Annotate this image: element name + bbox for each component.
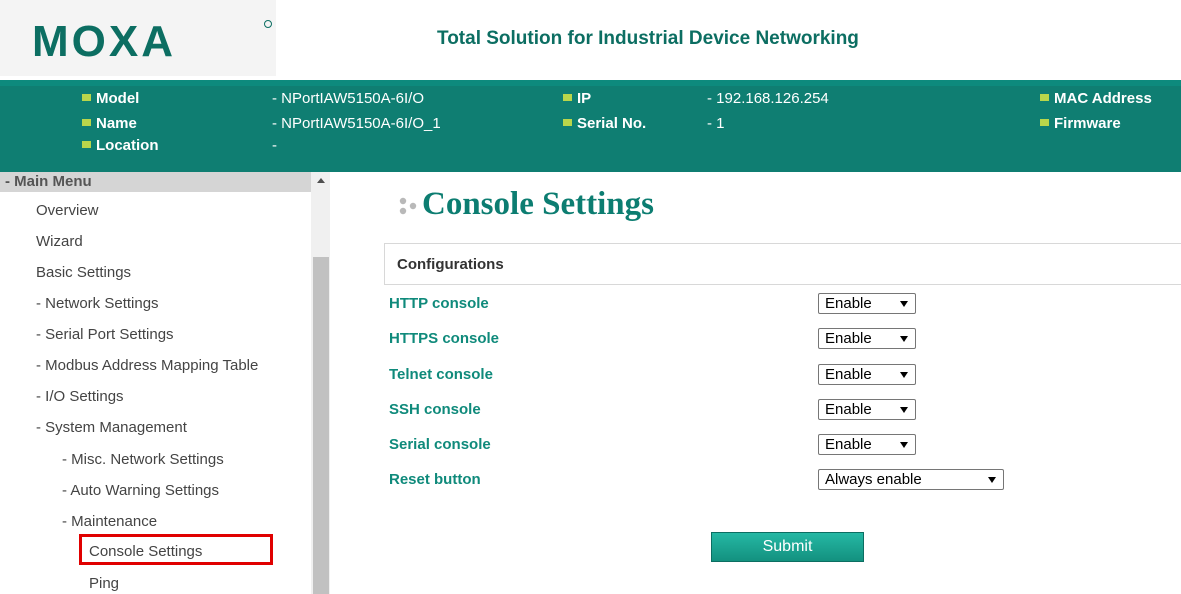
- main-menu-label: - Main Menu: [5, 173, 92, 190]
- logo-area: MOXA: [0, 0, 276, 76]
- serial-console-select[interactable]: Enable: [818, 434, 916, 455]
- sidebar-item-io-settings[interactable]: - I/O Settings: [36, 388, 124, 405]
- scroll-up-icon[interactable]: [311, 172, 330, 190]
- sidebar-item-overview[interactable]: Overview: [36, 202, 99, 219]
- serial-console-label: Serial console: [389, 436, 491, 453]
- reset-button-label: Reset button: [389, 471, 481, 488]
- sidebar-item-maintenance[interactable]: - Maintenance: [62, 513, 157, 530]
- tagline: Total Solution for Industrial Device Net…: [437, 28, 859, 49]
- mac-label: MAC Address: [1040, 90, 1152, 107]
- configurations-header: Configurations: [384, 243, 1181, 285]
- sidebar-item-network-settings[interactable]: - Network Settings: [36, 295, 159, 312]
- sidebar-item-serial-port-settings[interactable]: - Serial Port Settings: [36, 326, 174, 343]
- sidebar-menu: - Main Menu Overview Wizard Basic Settin…: [0, 172, 330, 594]
- submit-button[interactable]: Submit: [711, 532, 864, 562]
- http-console-select[interactable]: Enable: [818, 293, 916, 314]
- reset-button-select[interactable]: Always enable: [818, 469, 1004, 490]
- bullet-icon: [563, 94, 572, 101]
- device-info-bar: Model - NPortIAW5150A-6I/O Name - NPortI…: [0, 86, 1181, 172]
- model-value: - NPortIAW5150A-6I/O: [272, 90, 424, 107]
- https-console-value: Enable: [825, 330, 872, 347]
- dropdown-arrow-icon: [900, 407, 908, 413]
- https-console-select[interactable]: Enable: [818, 328, 916, 349]
- ssh-console-select[interactable]: Enable: [818, 399, 916, 420]
- dropdown-arrow-icon: [900, 442, 908, 448]
- dropdown-arrow-icon: [988, 477, 996, 483]
- sidebar-item-system-management[interactable]: - System Management: [36, 419, 187, 436]
- moxa-logo: MOXA: [32, 17, 272, 64]
- title-bullet-icon: [399, 197, 417, 215]
- telnet-console-label: Telnet console: [389, 366, 493, 383]
- location-value: -: [272, 137, 277, 154]
- page-title: Console Settings: [422, 186, 654, 222]
- ssh-console-value: Enable: [825, 401, 872, 418]
- sidebar-item-basic-settings[interactable]: Basic Settings: [36, 264, 131, 281]
- serial-label: Serial No.: [563, 115, 646, 132]
- location-label: Location: [82, 137, 159, 154]
- bullet-icon: [82, 119, 91, 126]
- serial-console-value: Enable: [825, 436, 872, 453]
- main-menu-heading[interactable]: - Main Menu: [0, 172, 311, 192]
- sidebar-item-auto-warning-settings[interactable]: - Auto Warning Settings: [62, 482, 219, 499]
- http-console-value: Enable: [825, 295, 872, 312]
- top-header: MOXA Total Solution for Industrial Devic…: [0, 0, 1181, 82]
- serial-value: - 1: [707, 115, 725, 132]
- dropdown-arrow-icon: [900, 301, 908, 307]
- http-console-label: HTTP console: [389, 295, 489, 312]
- bullet-icon: [1040, 119, 1049, 126]
- telnet-console-value: Enable: [825, 366, 872, 383]
- bullet-icon: [82, 94, 91, 101]
- sidebar-item-ping[interactable]: Ping: [89, 575, 119, 592]
- selected-item-highlight: [79, 534, 273, 565]
- sidebar-item-wizard[interactable]: Wizard: [36, 233, 83, 250]
- name-label: Name: [82, 115, 137, 132]
- https-console-label: HTTPS console: [389, 330, 500, 347]
- model-label: Model: [82, 90, 139, 107]
- scrollbar-thumb[interactable]: [313, 257, 329, 594]
- brand-text: MOXA: [32, 17, 176, 64]
- firmware-label: Firmware: [1040, 115, 1121, 132]
- bullet-icon: [1040, 94, 1049, 101]
- ip-value: - 192.168.126.254: [707, 90, 829, 107]
- reset-button-value: Always enable: [825, 471, 922, 488]
- telnet-console-select[interactable]: Enable: [818, 364, 916, 385]
- dropdown-arrow-icon: [900, 372, 908, 378]
- dropdown-arrow-icon: [900, 336, 908, 342]
- sidebar-item-misc-network-settings[interactable]: - Misc. Network Settings: [62, 451, 224, 468]
- configurations-label: Configurations: [397, 256, 504, 273]
- ip-label: IP: [563, 90, 591, 107]
- bullet-icon: [82, 141, 91, 148]
- sidebar-item-modbus-mapping[interactable]: - Modbus Address Mapping Table: [36, 357, 258, 374]
- ssh-console-label: SSH console: [389, 401, 481, 418]
- name-value: - NPortIAW5150A-6I/O_1: [272, 115, 441, 132]
- bullet-icon: [563, 119, 572, 126]
